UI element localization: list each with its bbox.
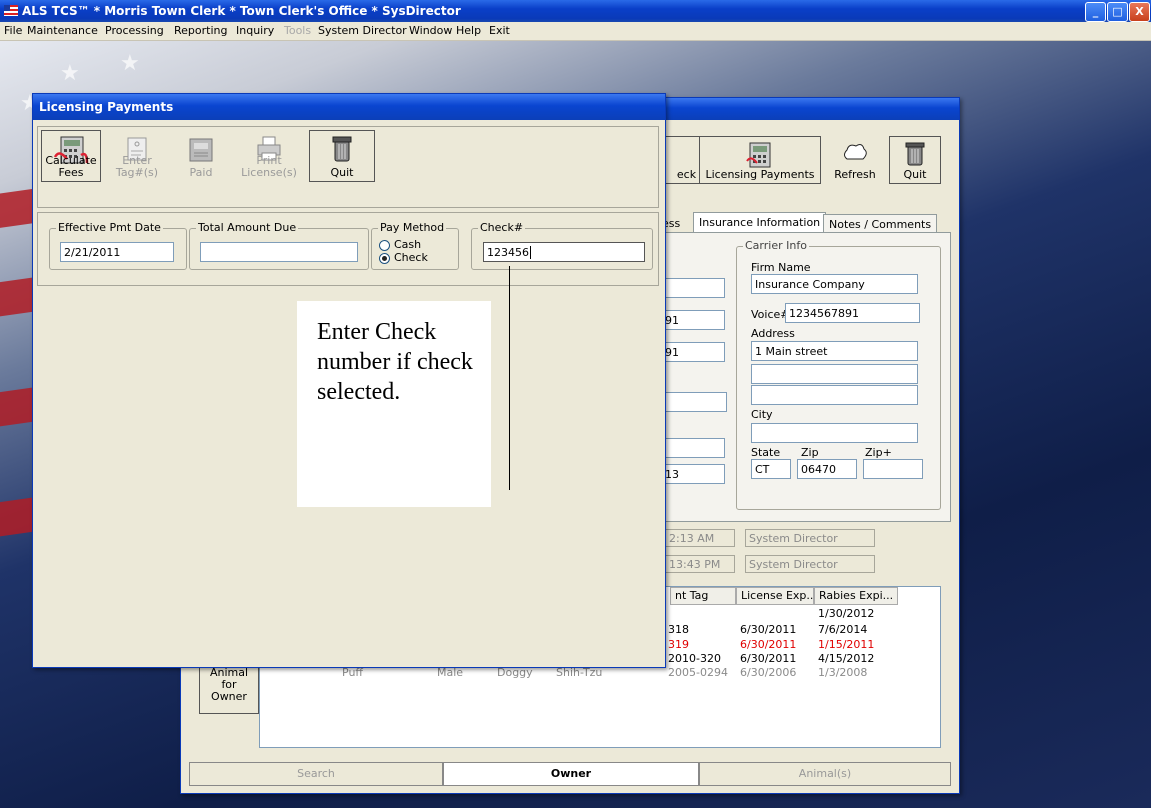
modified-user-field: System Director — [745, 555, 875, 573]
list-cell-tag: 319 — [668, 638, 689, 651]
zip-plus-label: Zip+ — [865, 446, 892, 459]
list-cell-rab: 1/30/2012 — [818, 607, 875, 620]
list-cell-tag: 318 — [668, 623, 689, 636]
check-radio[interactable]: Check — [379, 251, 428, 264]
zip-label: Zip — [801, 446, 819, 459]
refresh-cloud-icon — [844, 144, 867, 160]
app-title-bar: ALS TCS™ * Morris Town Clerk * Town Cler… — [0, 0, 1151, 22]
tab-notes-comments[interactable]: Notes / Comments — [823, 214, 938, 234]
menu-file[interactable]: File — [4, 24, 22, 37]
check-number-field[interactable]: 123456 — [483, 242, 645, 262]
partial-field-4[interactable] — [661, 392, 727, 412]
tab-owner[interactable]: Owner — [443, 762, 699, 786]
total-amount-label: Total Amount Due — [196, 221, 299, 234]
payments-quit-button[interactable]: Quit — [309, 130, 375, 182]
list-cell-lic: 6/30/2011 — [740, 638, 797, 651]
list-cell-rab: 1/15/2011 — [818, 638, 875, 651]
address-label: Address — [751, 327, 795, 340]
instruction-text: Enter Check number if check selected. — [317, 319, 473, 405]
zip-plus-field[interactable] — [863, 459, 923, 479]
owner-quit-button[interactable]: Quit — [889, 136, 941, 184]
menu-bar: File Maintenance Processing Reporting In… — [0, 22, 1151, 41]
animal-for-owner-button[interactable]: Animal for Owner — [199, 662, 259, 714]
trash-can-icon — [905, 142, 925, 166]
address-line2-field[interactable] — [751, 364, 918, 384]
calculate-fees-button[interactable]: Calculate Fees — [41, 130, 101, 182]
menu-maintenance[interactable]: Maintenance — [27, 24, 98, 37]
payments-title-bar: Licensing Payments — [33, 94, 665, 120]
column-header-license-exp[interactable]: License Exp... — [736, 587, 817, 605]
menu-help[interactable]: Help — [456, 24, 481, 37]
callout-pointer-line — [509, 266, 510, 490]
calculator-icon — [746, 142, 771, 168]
tab-insurance-information[interactable]: Insurance Information — [693, 212, 827, 232]
print-licenses-button[interactable]: Print License(s) — [239, 130, 299, 182]
created-user-field: System Director — [745, 529, 875, 547]
paid-button[interactable]: Paid — [173, 130, 229, 182]
instruction-callout: Enter Check number if check selected. — [297, 301, 491, 507]
list-cell-lic: 6/30/2011 — [740, 652, 797, 665]
state-field[interactable]: CT — [751, 459, 791, 479]
close-button[interactable]: X — [1129, 2, 1150, 22]
zip-field[interactable]: 06470 — [797, 459, 857, 479]
cash-radio-button[interactable] — [379, 239, 390, 251]
cash-register-icon — [189, 138, 213, 162]
list-cell-tag: 2010-320 — [668, 652, 721, 665]
list-cell-rab: 1/3/2008 — [818, 666, 868, 679]
licensing-payments-window: Licensing Payments Calculate Fees Enter … — [32, 93, 666, 668]
partial-field-2[interactable]: 91 — [661, 310, 725, 330]
menu-inquiry[interactable]: Inquiry — [236, 24, 274, 37]
star-icon: ★ — [120, 51, 140, 76]
address-line1-field[interactable]: 1 Main street — [751, 341, 918, 361]
created-time-field: 2:13 AM — [665, 529, 735, 547]
menu-system-director[interactable]: System Director — [318, 24, 407, 37]
menu-exit[interactable]: Exit — [489, 24, 510, 37]
trash-can-icon — [332, 136, 352, 162]
list-cell-tag: 2005-0294 — [668, 666, 728, 679]
licensing-payments-button[interactable]: Licensing Payments — [699, 136, 821, 184]
app-title: ALS TCS™ * Morris Town Clerk * Town Cler… — [22, 4, 461, 18]
modified-time-field: 13:43 PM — [665, 555, 735, 573]
effective-date-label: Effective Pmt Date — [56, 221, 163, 234]
text-cursor — [530, 246, 531, 259]
column-header-rabies-exp[interactable]: Rabies Expi... — [814, 587, 898, 605]
cash-radio[interactable]: Cash — [379, 238, 421, 251]
flag-icon — [4, 5, 18, 16]
tab-animals[interactable]: Animal(s) — [699, 762, 951, 786]
pay-method-label: Pay Method — [378, 221, 447, 234]
list-cell-lic: 6/30/2011 — [740, 623, 797, 636]
firm-name-field[interactable]: Insurance Company — [751, 274, 918, 294]
total-amount-field[interactable] — [200, 242, 358, 262]
voice-label: Voice# — [751, 308, 790, 321]
partial-field-5[interactable] — [661, 438, 725, 458]
list-cell-rab: 7/6/2014 — [818, 623, 868, 636]
tab-search[interactable]: Search — [189, 762, 443, 786]
effective-date-field[interactable]: 2/21/2011 — [60, 242, 174, 262]
menu-processing[interactable]: Processing — [105, 24, 164, 37]
list-cell-lic: 6/30/2006 — [740, 666, 797, 679]
check-radio-button[interactable] — [379, 252, 390, 264]
enter-tags-button[interactable]: Enter Tag#(s) — [109, 130, 165, 182]
partial-field-6[interactable]: 13 — [661, 464, 725, 484]
refresh-button[interactable]: Refresh — [823, 136, 887, 184]
voice-field[interactable]: 1234567891 — [785, 303, 920, 323]
star-icon: ★ — [60, 61, 80, 86]
partial-field-3[interactable]: 91 — [661, 342, 725, 362]
partial-field-1[interactable] — [661, 278, 725, 298]
city-label: City — [751, 408, 773, 421]
check-number-label: Check# — [478, 221, 526, 234]
menu-window[interactable]: Window — [409, 24, 452, 37]
firm-name-label: Firm Name — [751, 261, 811, 274]
state-label: State — [751, 446, 781, 459]
minimize-button[interactable]: _ — [1085, 2, 1106, 22]
maximize-button[interactable]: □ — [1107, 2, 1128, 22]
menu-tools: Tools — [284, 24, 312, 37]
payments-window-title: Licensing Payments — [39, 100, 174, 114]
menu-reporting[interactable]: Reporting — [174, 24, 227, 37]
city-field[interactable] — [751, 423, 918, 443]
list-cell-rab: 4/15/2012 — [818, 652, 875, 665]
column-header-tag[interactable]: nt Tag — [670, 587, 736, 605]
address-line3-field[interactable] — [751, 385, 918, 405]
